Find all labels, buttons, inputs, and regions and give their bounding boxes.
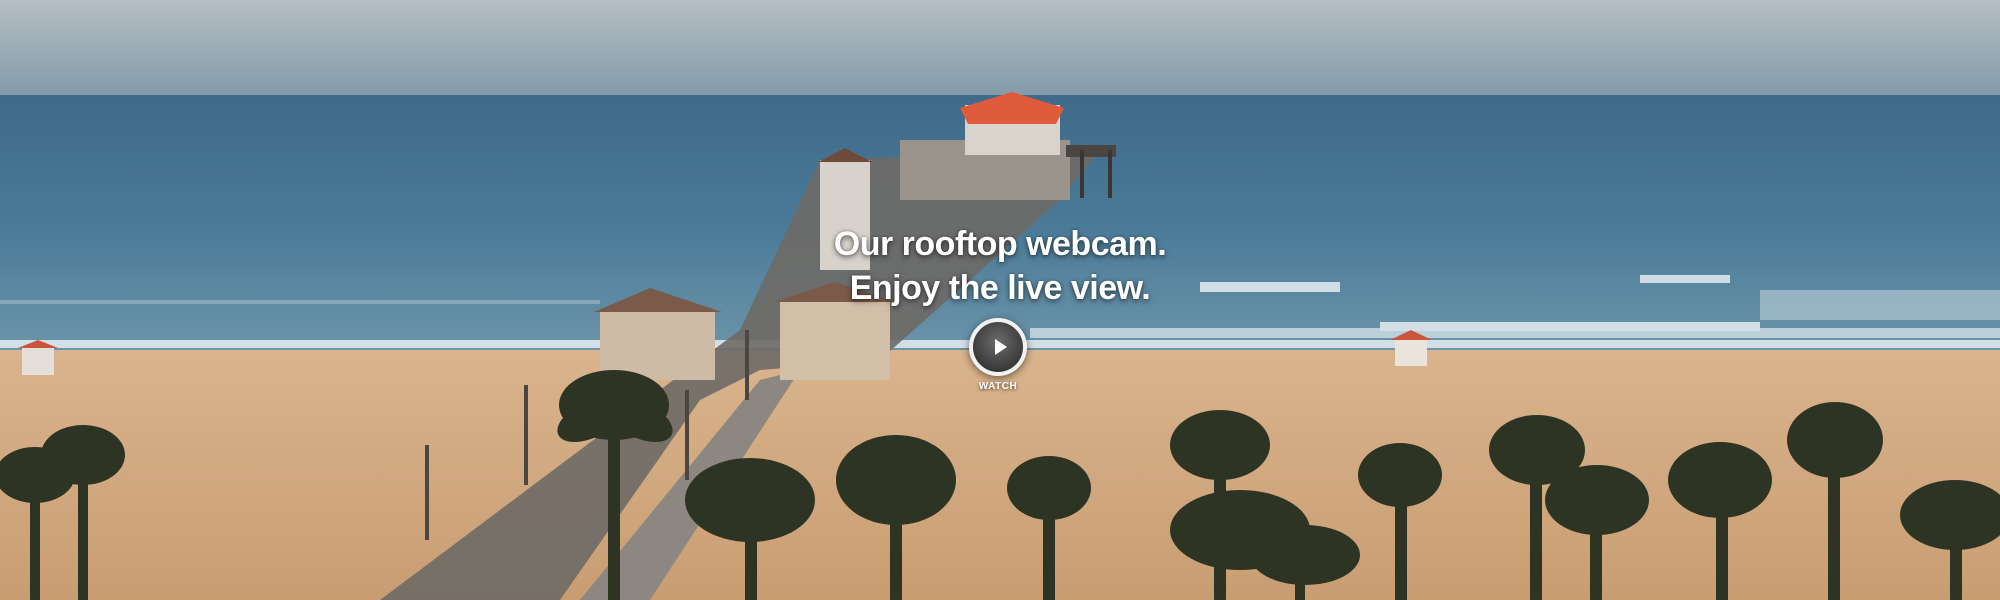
sky — [0, 0, 2000, 105]
hero-headline: Our rooftop webcam. Enjoy the live view. — [0, 222, 2000, 310]
headline-line-1: Our rooftop webcam. — [833, 225, 1167, 263]
play-icon — [995, 339, 1007, 355]
headline-line-2: Enjoy the live view. — [849, 269, 1151, 307]
hero-caption: Our rooftop webcam. Enjoy the live view. — [0, 222, 2000, 310]
watch-label[interactable]: WATCH — [948, 381, 1048, 392]
webcam-hero: Our rooftop webcam. Enjoy the live view.… — [0, 0, 2000, 600]
watch-play-button[interactable] — [969, 318, 1027, 376]
